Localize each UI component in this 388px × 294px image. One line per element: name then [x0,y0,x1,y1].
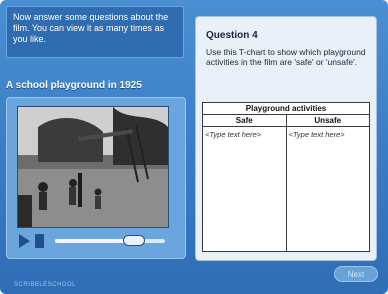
instructions-text: Now answer some questions about the film… [13,12,169,44]
t-chart-column-safe: Safe [202,114,287,127]
video-controls [15,231,175,251]
t-chart: Playground activities Safe Unsafe <Type … [202,102,370,252]
unsafe-text-area[interactable]: <Type text here> [286,127,370,252]
instructions-box: Now answer some questions about the film… [6,6,184,58]
film-still [18,107,168,227]
play-icon[interactable] [19,234,30,248]
video-panel [6,97,186,259]
stop-icon[interactable] [35,234,44,248]
next-button[interactable]: Next [334,266,378,282]
video-scrubber-handle[interactable] [123,235,146,246]
t-chart-column-unsafe: Unsafe [286,114,370,127]
publisher-logo: SCRIBBLESCHOOL [14,282,77,288]
t-chart-title: Playground activities [202,102,370,115]
video-title: A school playground in 1925 [6,80,142,91]
video-frame[interactable] [17,106,169,228]
question-text: Use this T-chart to show which playgroun… [206,47,366,67]
safe-text-area[interactable]: <Type text here> [202,126,287,252]
app-window: Now answer some questions about the film… [0,0,388,294]
question-panel: Question 4 Use this T-chart to show whic… [195,16,377,261]
video-scrubber[interactable] [55,235,165,246]
question-heading: Question 4 [206,30,258,41]
